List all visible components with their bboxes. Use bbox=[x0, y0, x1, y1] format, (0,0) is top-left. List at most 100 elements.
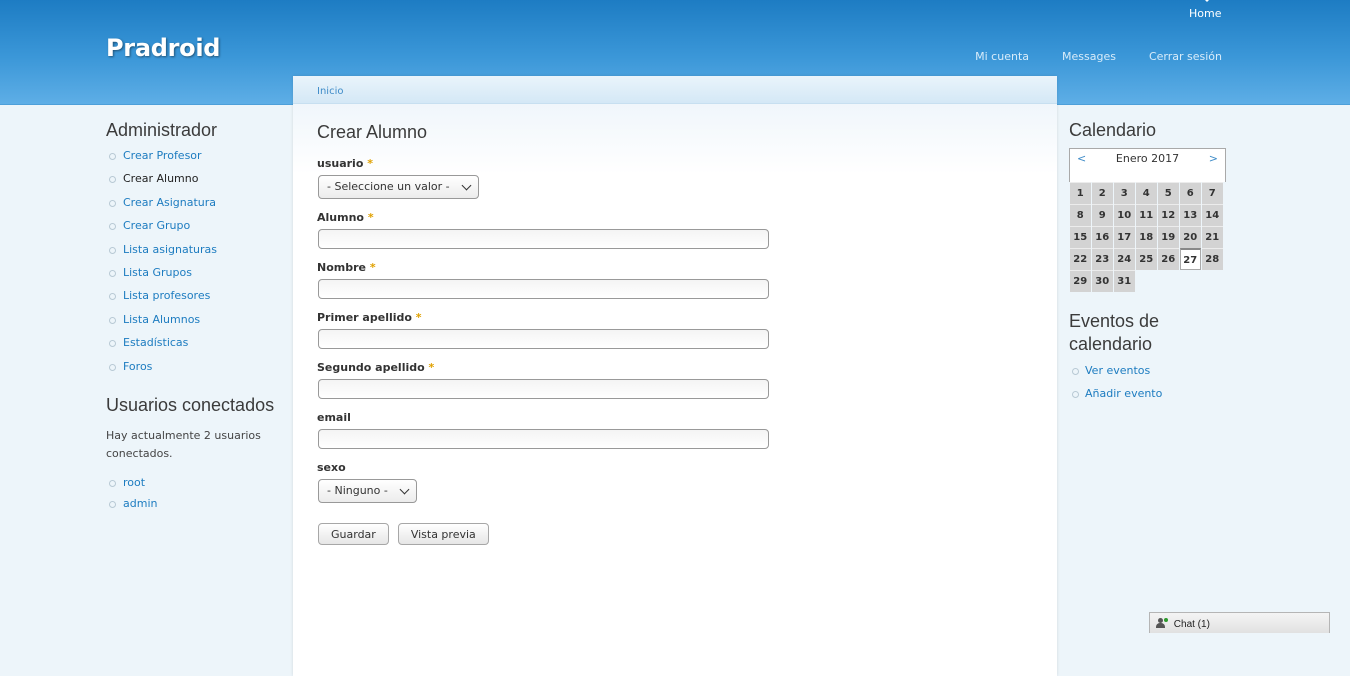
sexo-select-value: - Ninguno - bbox=[327, 484, 388, 497]
messages-link[interactable]: Messages bbox=[1062, 50, 1116, 63]
menu-item-lista-profesores: Lista profesores bbox=[106, 289, 286, 312]
calendar-day[interactable]: 3 bbox=[1113, 182, 1135, 204]
menu-link[interactable]: Lista asignaturas bbox=[123, 243, 217, 256]
chat-tab[interactable]: Chat (1) bbox=[1149, 612, 1330, 633]
menu-link[interactable]: Crear Asignatura bbox=[123, 196, 216, 209]
site-name[interactable]: Pradroid bbox=[106, 34, 220, 62]
menu-link[interactable]: Estadísticas bbox=[123, 336, 188, 349]
chevron-down-icon bbox=[461, 180, 472, 191]
events-list: Ver eventos Añadir evento bbox=[1069, 364, 1229, 410]
menu-link[interactable]: Crear Alumno bbox=[123, 172, 198, 185]
logout-link[interactable]: Cerrar sesión bbox=[1149, 50, 1222, 63]
sexo-label: sexo bbox=[317, 461, 346, 474]
form-item-usuario: usuario * - Seleccione un valor - bbox=[317, 157, 1033, 199]
calendar-day[interactable]: 8 bbox=[1069, 204, 1091, 226]
calendar-day[interactable]: 19 bbox=[1157, 226, 1179, 248]
list-item: Ver eventos bbox=[1069, 364, 1229, 387]
online-users-list: root admin bbox=[106, 476, 286, 518]
content-area: Crear Alumno usuario * - Seleccione un v… bbox=[293, 104, 1057, 664]
view-events-link[interactable]: Ver eventos bbox=[1085, 364, 1150, 377]
add-event-link[interactable]: Añadir evento bbox=[1085, 387, 1162, 400]
form-item-alumno: Alumno * bbox=[317, 211, 1033, 249]
calendar-day[interactable]: 22 bbox=[1069, 248, 1091, 270]
online-users-block: Usuarios conectados Hay actualmente 2 us… bbox=[106, 395, 286, 518]
calendar-day[interactable]: 12 bbox=[1157, 204, 1179, 226]
required-marker: * bbox=[415, 311, 422, 324]
calendar-day[interactable]: 28 bbox=[1201, 248, 1223, 270]
sexo-select[interactable]: - Ninguno - bbox=[318, 479, 417, 503]
calendar-day[interactable]: 5 bbox=[1157, 182, 1179, 204]
calendar-day[interactable]: 29 bbox=[1069, 270, 1091, 292]
calendar-day[interactable]: 20 bbox=[1179, 226, 1201, 248]
calendar-day[interactable]: 6 bbox=[1179, 182, 1201, 204]
calendar-next-link[interactable]: > bbox=[1209, 152, 1218, 165]
form-item-email: email bbox=[317, 411, 1033, 449]
calendar-day[interactable]: 30 bbox=[1091, 270, 1113, 292]
chevron-down-icon bbox=[399, 484, 410, 495]
calendar-day[interactable]: 9 bbox=[1091, 204, 1113, 226]
segundo-apellido-input[interactable] bbox=[318, 379, 769, 399]
menu-link[interactable]: Lista Alumnos bbox=[123, 313, 200, 326]
calendar-day[interactable]: 17 bbox=[1113, 226, 1135, 248]
menu-item-estadisticas: Estadísticas bbox=[106, 336, 286, 359]
calendar-day[interactable]: 11 bbox=[1135, 204, 1157, 226]
calendar-month: Enero 2017 bbox=[1115, 152, 1180, 165]
save-button[interactable]: Guardar bbox=[318, 523, 389, 545]
preview-button[interactable]: Vista previa bbox=[397, 523, 489, 545]
my-account-link[interactable]: Mi cuenta bbox=[975, 50, 1029, 63]
usuario-select[interactable]: - Seleccione un valor - bbox=[318, 175, 479, 199]
menu-item-lista-asignaturas: Lista asignaturas bbox=[106, 243, 286, 266]
admin-block-title: Administrador bbox=[106, 120, 218, 140]
online-users-title: Usuarios conectados bbox=[106, 394, 275, 415]
required-marker: * bbox=[367, 211, 374, 224]
email-label: email bbox=[317, 411, 351, 424]
calendar-day[interactable]: 14 bbox=[1201, 204, 1223, 226]
calendar-day[interactable]: 7 bbox=[1201, 182, 1223, 204]
menu-link[interactable]: Crear Profesor bbox=[123, 149, 202, 162]
calendar-day[interactable]: 13 bbox=[1179, 204, 1201, 226]
menu-link[interactable]: Crear Grupo bbox=[123, 219, 190, 232]
menu-link[interactable]: Foros bbox=[123, 360, 152, 373]
calendar-day[interactable]: 21 bbox=[1201, 226, 1223, 248]
calendar-day[interactable]: 31 bbox=[1113, 270, 1135, 292]
calendar-day[interactable]: 18 bbox=[1135, 226, 1157, 248]
page-title: Crear Alumno bbox=[317, 122, 428, 142]
main-content: Inicio Crear Alumno usuario * - Seleccio… bbox=[293, 76, 1057, 676]
form-item-primer-apellido: Primer apellido * bbox=[317, 311, 1033, 349]
calendar-day[interactable]: 1 bbox=[1069, 182, 1091, 204]
chat-label: Chat (1) bbox=[1173, 619, 1210, 630]
user-link-root[interactable]: root bbox=[123, 476, 145, 489]
calendar-day[interactable]: 23 bbox=[1091, 248, 1113, 270]
calendar-day-today[interactable]: 27 bbox=[1179, 248, 1201, 270]
admin-menu: Crear Profesor Crear Alumno Crear Asigna… bbox=[106, 149, 286, 383]
segundo-apellido-label: Segundo apellido * bbox=[317, 361, 435, 374]
alumno-input[interactable] bbox=[318, 229, 769, 249]
nombre-input[interactable] bbox=[318, 279, 769, 299]
primary-link-home[interactable]: Home bbox=[1189, 0, 1222, 20]
calendar-day[interactable]: 24 bbox=[1113, 248, 1135, 270]
calendar-day[interactable]: 4 bbox=[1135, 182, 1157, 204]
breadcrumb-home-link[interactable]: Inicio bbox=[317, 86, 343, 97]
required-marker: * bbox=[428, 361, 435, 374]
usuario-select-value: - Seleccione un valor - bbox=[327, 180, 450, 193]
email-input[interactable] bbox=[318, 429, 769, 449]
calendar-day[interactable]: 16 bbox=[1091, 226, 1113, 248]
primer-apellido-input[interactable] bbox=[318, 329, 769, 349]
menu-item-crear-grupo: Crear Grupo bbox=[106, 219, 286, 242]
form-item-segundo-apellido: Segundo apellido * bbox=[317, 361, 1033, 399]
menu-item-crear-asignatura: Crear Asignatura bbox=[106, 196, 286, 219]
list-item: Añadir evento bbox=[1069, 387, 1229, 410]
alumno-label: Alumno * bbox=[317, 211, 374, 224]
menu-link[interactable]: Lista Grupos bbox=[123, 266, 192, 279]
calendar-day[interactable]: 15 bbox=[1069, 226, 1091, 248]
menu-link[interactable]: Lista profesores bbox=[123, 289, 210, 302]
calendar-day[interactable]: 10 bbox=[1113, 204, 1135, 226]
calendar-day[interactable]: 25 bbox=[1135, 248, 1157, 270]
user-link-admin[interactable]: admin bbox=[123, 497, 157, 510]
list-item: root bbox=[106, 476, 286, 497]
secondary-menu: Mi cuenta Messages Cerrar sesión bbox=[975, 50, 1222, 63]
home-link-label: Home bbox=[1189, 7, 1222, 20]
primer-apellido-label: Primer apellido * bbox=[317, 311, 422, 324]
calendar-day[interactable]: 26 bbox=[1157, 248, 1179, 270]
calendar-day[interactable]: 2 bbox=[1091, 182, 1113, 204]
